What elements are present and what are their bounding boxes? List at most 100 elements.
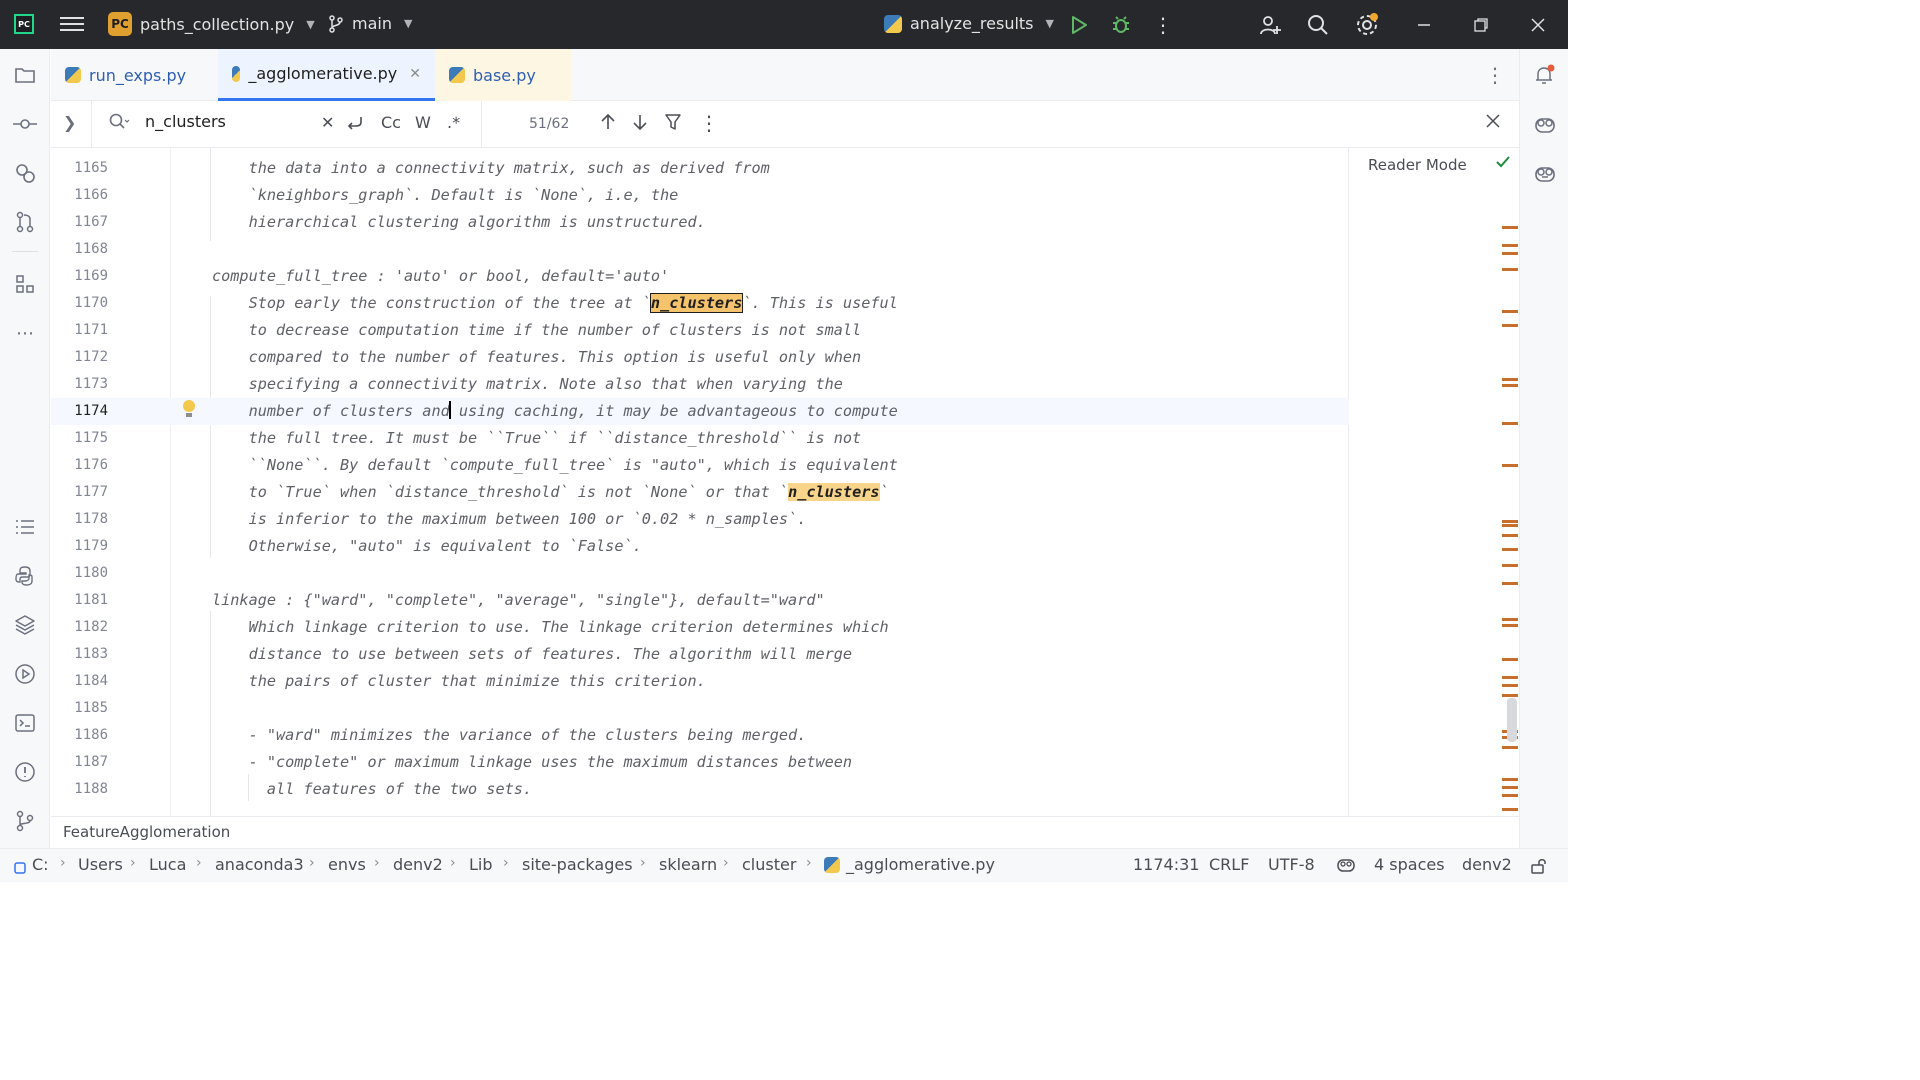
path-segment[interactable]: sklearn	[659, 855, 717, 874]
code-text[interactable]: Which linkage criterion to use. The link…	[212, 614, 889, 641]
occurrence-marker[interactable]	[1502, 384, 1518, 387]
path-segment[interactable]: Luca	[149, 855, 186, 874]
code-line[interactable]: 1172 compared to the number of features.…	[51, 344, 1349, 371]
next-match-icon[interactable]	[632, 113, 648, 135]
code-line[interactable]: 1170 Stop early the construction of the …	[51, 290, 1349, 317]
notifications-bell-icon[interactable]	[1533, 63, 1557, 87]
line-number[interactable]: 1166	[51, 182, 108, 209]
python-packages-icon[interactable]	[13, 613, 37, 637]
todo-list-icon[interactable]	[13, 515, 37, 539]
regex-toggle[interactable]: .*	[447, 113, 460, 132]
expand-replace-icon[interactable]: ❯	[63, 113, 76, 132]
occurrence-marker[interactable]	[1502, 618, 1518, 621]
code-line[interactable]: 1177 to `True` when `distance_threshold`…	[51, 479, 1349, 506]
occurrence-marker[interactable]	[1502, 582, 1518, 585]
minimize-icon[interactable]	[1411, 12, 1437, 38]
line-number[interactable]: 1168	[51, 236, 108, 263]
code-text[interactable]: compute_full_tree : 'auto' or bool, defa…	[212, 263, 669, 290]
path-segment[interactable]: cluster	[742, 855, 796, 874]
occurrence-marker[interactable]	[1502, 268, 1518, 271]
code-text[interactable]: to decrease computation time if the numb…	[212, 317, 862, 344]
copilot-chat-icon[interactable]	[1533, 161, 1557, 185]
path-segment[interactable]: anaconda3	[215, 855, 304, 874]
code-line[interactable]: 1173 specifying a connectivity matrix. N…	[51, 371, 1349, 398]
commit-icon[interactable]	[13, 112, 37, 136]
occurrence-marker[interactable]	[1502, 694, 1518, 697]
terminal-icon[interactable]	[13, 711, 37, 735]
code-line[interactable]: 1175 the full tree. It must be ``True`` …	[51, 425, 1349, 452]
line-number[interactable]: 1182	[51, 614, 108, 641]
line-number[interactable]: 1175	[51, 425, 108, 452]
path-segment[interactable]: _agglomerative.py	[846, 855, 995, 874]
path-segment[interactable]: site-packages	[522, 855, 633, 874]
lock-icon[interactable]	[1530, 857, 1548, 879]
line-number[interactable]: 1170	[51, 290, 108, 317]
occurrence-marker[interactable]	[1502, 310, 1518, 313]
occurrence-marker[interactable]	[1502, 808, 1518, 811]
code-line[interactable]: 1187 - "complete" or maximum linkage use…	[51, 749, 1349, 776]
code-line[interactable]: 1166 `kneighbors_graph`. Default is `Non…	[51, 182, 1349, 209]
code-text[interactable]: number of clusters and using caching, it…	[212, 398, 898, 425]
whole-words-toggle[interactable]: W	[415, 113, 431, 132]
code-line[interactable]: 1180	[51, 560, 1349, 587]
tab-options-icon[interactable]: ⋮	[1485, 63, 1505, 87]
project-widget[interactable]: PC paths_collection.py ▼	[108, 12, 315, 36]
code-text[interactable]: the full tree. It must be ``True`` if ``…	[212, 425, 862, 452]
line-number[interactable]: 1165	[51, 155, 108, 182]
caret-position[interactable]: 1174:31	[1133, 855, 1199, 874]
copilot-icon[interactable]	[1533, 112, 1557, 136]
file-encoding[interactable]: UTF-8	[1268, 855, 1315, 874]
restore-icon[interactable]	[1468, 12, 1494, 38]
code-line[interactable]: 1169 compute_full_tree : 'auto' or bool, …	[51, 263, 1349, 290]
code-text[interactable]: is inferior to the maximum between 100 o…	[212, 506, 807, 533]
line-number[interactable]: 1173	[51, 371, 108, 398]
scrollbar-thumb[interactable]	[1507, 698, 1517, 742]
code-text[interactable]: the pairs of cluster that minimize this …	[212, 668, 706, 695]
tab-agglomerative[interactable]: _agglomerative.py ✕	[218, 49, 435, 101]
code-line[interactable]: 1182 Which linkage criterion to use. The…	[51, 614, 1349, 641]
line-number[interactable]: 1183	[51, 641, 108, 668]
line-number[interactable]: 1188	[51, 776, 108, 803]
git-icon[interactable]	[13, 809, 37, 833]
line-number[interactable]: 1179	[51, 533, 108, 560]
line-number[interactable]: 1171	[51, 317, 108, 344]
filter-icon[interactable]	[665, 113, 681, 135]
occurrence-marker[interactable]	[1502, 658, 1518, 661]
line-number[interactable]: 1176	[51, 452, 108, 479]
code-line[interactable]: 1174 number of clusters and using cachin…	[51, 398, 1349, 425]
close-tab-icon[interactable]: ✕	[409, 66, 421, 82]
run-icon[interactable]	[1066, 12, 1092, 38]
code-line[interactable]: 1168	[51, 236, 1349, 263]
code-line[interactable]: 1171 to decrease computation time if the…	[51, 317, 1349, 344]
code-text[interactable]: to `True` when `distance_threshold` is n…	[212, 479, 889, 506]
add-user-icon[interactable]	[1257, 12, 1283, 38]
code-text[interactable]: Otherwise, "auto" is equivalent to `Fals…	[212, 533, 642, 560]
occurrence-marker[interactable]	[1502, 534, 1518, 537]
project-folder-icon[interactable]	[13, 63, 37, 87]
occurrence-marker[interactable]	[1502, 786, 1518, 789]
match-case-toggle[interactable]: Cc	[381, 113, 401, 132]
ai-assistant-icon[interactable]	[13, 161, 37, 185]
copilot-status-icon[interactable]	[1336, 857, 1356, 877]
code-text[interactable]: compared to the number of features. This…	[212, 344, 862, 371]
line-number[interactable]: 1180	[51, 560, 108, 587]
line-number[interactable]: 1187	[51, 749, 108, 776]
path-segment[interactable]: Lib	[469, 855, 493, 874]
occurrence-marker[interactable]	[1502, 464, 1518, 467]
occurrence-marker[interactable]	[1502, 746, 1518, 749]
code-text[interactable]: all features of the two sets.	[212, 776, 532, 803]
code-line[interactable]: 1178 is inferior to the maximum between …	[51, 506, 1349, 533]
occurrence-marker[interactable]	[1502, 676, 1518, 679]
path-segment[interactable]: envs	[328, 855, 366, 874]
code-text[interactable]: ``None``. By default `compute_full_tree`…	[212, 452, 898, 479]
python-console-icon[interactable]	[13, 564, 37, 588]
code-line[interactable]: 1167 hierarchical clustering algorithm i…	[51, 209, 1349, 236]
tab-run-exps[interactable]: run_exps.py	[51, 49, 218, 101]
close-window-icon[interactable]	[1525, 12, 1551, 38]
occurrence-marker[interactable]	[1502, 378, 1518, 381]
code-line[interactable]: 1165 the data into a connectivity matrix…	[51, 155, 1349, 182]
tab-base[interactable]: base.py	[435, 49, 571, 101]
problems-icon[interactable]	[13, 760, 37, 784]
occurrence-marker[interactable]	[1502, 794, 1518, 797]
path-segment[interactable]: denv2	[393, 855, 443, 874]
